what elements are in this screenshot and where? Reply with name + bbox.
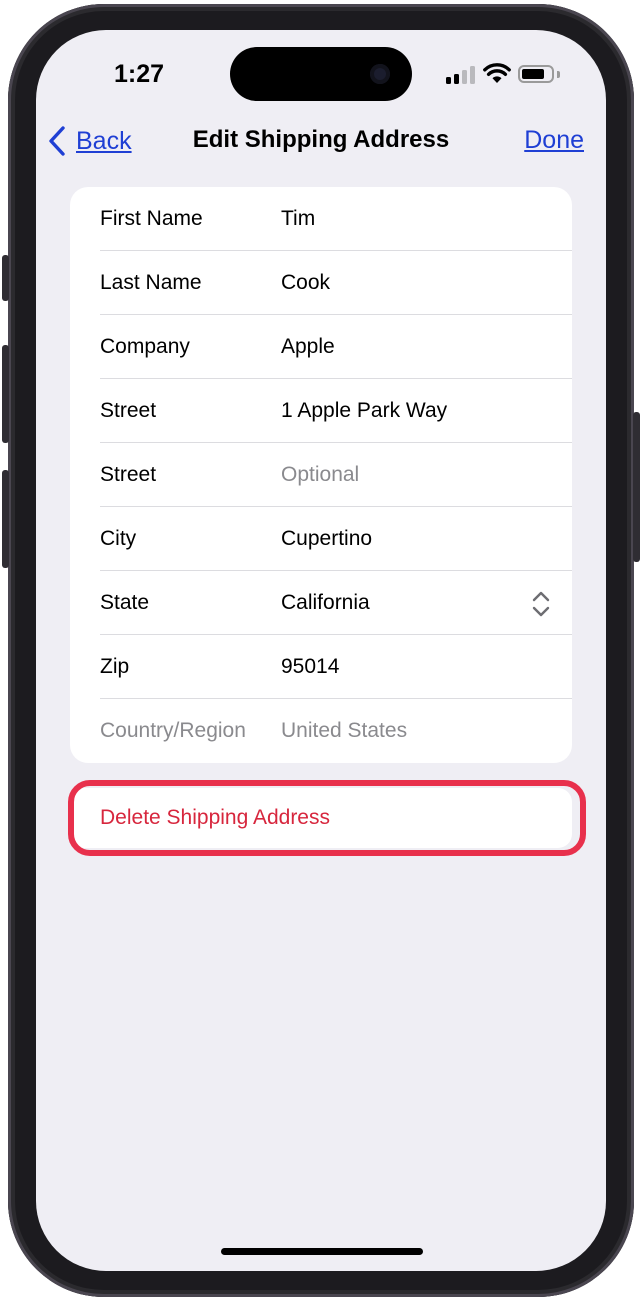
- zip-label: Zip: [100, 655, 130, 678]
- up-down-chevron-icon[interactable]: [532, 591, 550, 617]
- street2-label: Street: [100, 463, 157, 486]
- state-row[interactable]: State California: [70, 571, 572, 635]
- done-button[interactable]: Done: [524, 126, 584, 155]
- street2-field[interactable]: Optional: [281, 443, 359, 507]
- dynamic-island: [230, 47, 412, 101]
- status-time: 1:27: [114, 60, 165, 88]
- zip-row[interactable]: Zip 95014: [70, 635, 572, 699]
- state-label: State: [100, 591, 150, 614]
- last-name-row[interactable]: Last Name Cook: [70, 251, 572, 315]
- first-name-row[interactable]: First Name Tim: [70, 187, 572, 251]
- company-label: Company: [100, 335, 190, 358]
- battery-cap: [557, 71, 560, 78]
- state-picker[interactable]: California: [281, 571, 370, 635]
- battery-icon: [518, 65, 554, 83]
- first-name-label: First Name: [100, 207, 203, 230]
- zip-field[interactable]: 95014: [281, 635, 339, 699]
- city-label: City: [100, 527, 137, 550]
- camera-icon: [370, 64, 390, 84]
- screen: 1:27 Back Edit Shipping Address Done Fir…: [36, 30, 606, 1271]
- first-name-field[interactable]: Tim: [281, 187, 315, 251]
- page-title: Edit Shipping Address: [192, 126, 450, 153]
- street-label: Street: [100, 399, 157, 422]
- street-field[interactable]: 1 Apple Park Way: [281, 379, 447, 443]
- action-button: [2, 255, 9, 301]
- highlight-ring: [68, 780, 586, 856]
- street-row[interactable]: Street 1 Apple Park Way: [70, 379, 572, 443]
- home-indicator[interactable]: [221, 1248, 423, 1255]
- country-row: Country/Region United States: [70, 699, 572, 763]
- volume-down-button: [2, 470, 9, 568]
- power-button: [633, 412, 640, 562]
- company-field[interactable]: Apple: [281, 315, 335, 379]
- last-name-label: Last Name: [100, 271, 202, 294]
- signal-icon: [446, 66, 476, 84]
- country-label: Country/Region: [100, 719, 246, 742]
- street2-row[interactable]: Street Optional: [70, 443, 572, 507]
- address-form: First Name Tim Last Name Cook Company Ap…: [70, 187, 572, 763]
- company-row[interactable]: Company Apple: [70, 315, 572, 379]
- city-row[interactable]: City Cupertino: [70, 507, 572, 571]
- volume-up-button: [2, 345, 9, 443]
- wifi-icon: [483, 63, 511, 83]
- last-name-field[interactable]: Cook: [281, 251, 330, 315]
- country-field: United States: [281, 719, 408, 742]
- city-field[interactable]: Cupertino: [281, 507, 372, 571]
